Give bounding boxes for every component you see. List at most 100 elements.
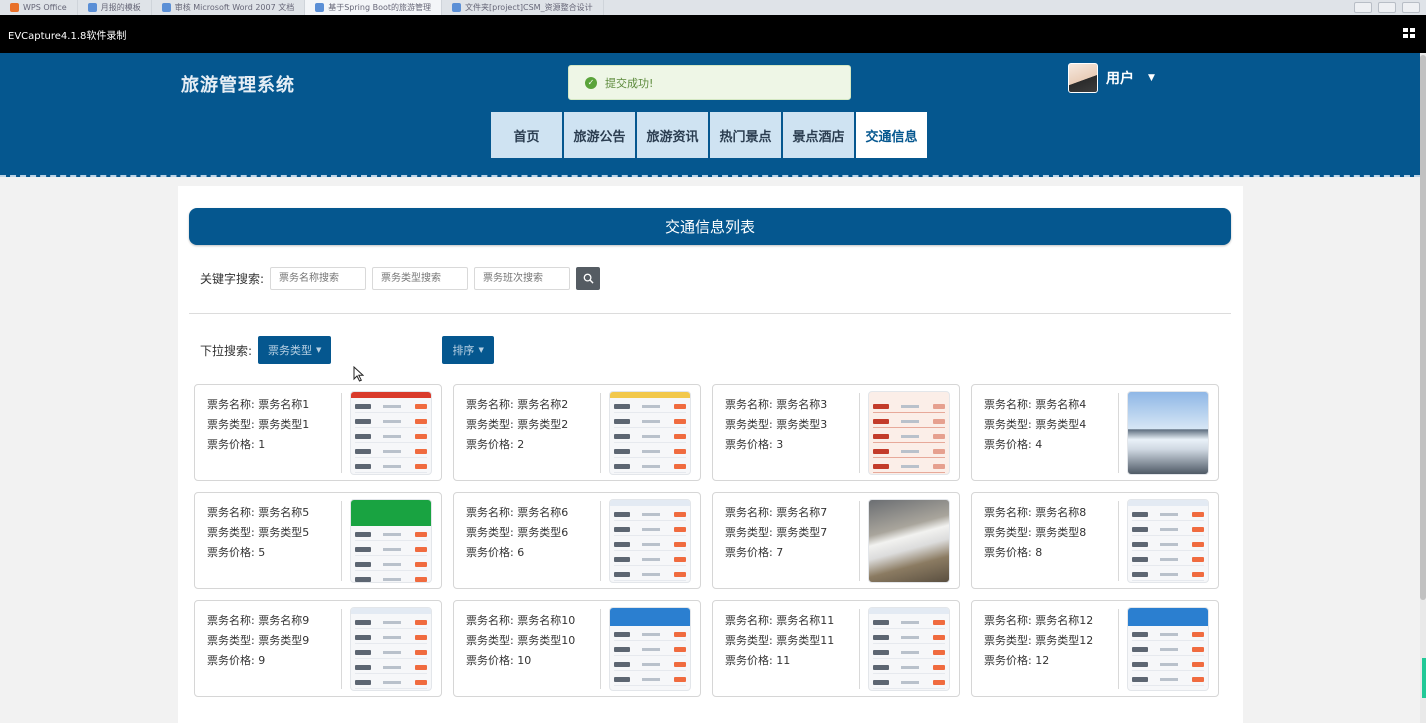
recorder-bar: EVCapture4.1.8软件录制: [0, 15, 1426, 53]
card-separator: [859, 393, 860, 473]
user-menu[interactable]: 用户 ▼: [1068, 63, 1155, 93]
card-separator: [859, 609, 860, 689]
ticket-name: 票务名称: 票务名称7: [725, 503, 827, 523]
ticket-card[interactable]: 票务名称: 票务名称6 票务类型: 票务类型6 票务价格: 6: [453, 492, 701, 589]
ticket-card[interactable]: 票务名称: 票务名称11 票务类型: 票务类型11 票务价格: 11: [712, 600, 960, 697]
ticket-card[interactable]: 票务名称: 票务名称4 票务类型: 票务类型4 票务价格: 4: [971, 384, 1219, 481]
ticket-type-value: 票务类型7: [776, 526, 828, 539]
ticket-card[interactable]: 票务名称: 票务名称1 票务类型: 票务类型1 票务价格: 1: [194, 384, 442, 481]
nav-announcements[interactable]: 旅游公告: [564, 112, 635, 158]
ticket-card[interactable]: 票务名称: 票务名称8 票务类型: 票务类型8 票务价格: 8: [971, 492, 1219, 589]
ticket-image[interactable]: [350, 499, 432, 583]
image-row: [614, 463, 686, 473]
site-title: 旅游管理系统: [181, 75, 295, 96]
sort-dropdown[interactable]: 排序 ▼: [442, 336, 494, 364]
image-header: [610, 392, 690, 398]
ticket-card[interactable]: 票务名称: 票务名称5 票务类型: 票务类型5 票务价格: 5: [194, 492, 442, 589]
ticket-name-label: 票务名称:: [466, 506, 518, 519]
nav-home[interactable]: 首页: [491, 112, 562, 158]
browser-tab[interactable]: WPS Office: [0, 0, 78, 15]
ticket-type-dropdown[interactable]: 票务类型 ▼: [258, 336, 332, 364]
ticket-name-label: 票务名称:: [725, 614, 777, 627]
ticket-image[interactable]: [609, 391, 691, 475]
ticket-card[interactable]: 票务名称: 票务名称2 票务类型: 票务类型2 票务价格: 2: [453, 384, 701, 481]
ticket-name-label: 票务名称:: [725, 398, 777, 411]
ticket-card[interactable]: 票务名称: 票务名称3 票务类型: 票务类型3 票务价格: 3: [712, 384, 960, 481]
app-icon: [161, 3, 171, 12]
ticket-type: 票务类型: 票务类型2: [466, 415, 568, 435]
minimize-icon[interactable]: [1354, 2, 1372, 13]
ticket-name: 票务名称: 票务名称12: [984, 611, 1093, 631]
app-icon: [315, 3, 325, 12]
ticket-name-value: 票务名称11: [776, 614, 835, 627]
ticket-image[interactable]: [868, 607, 950, 691]
ticket-image[interactable]: [609, 499, 691, 583]
ticket-type-search-input[interactable]: [372, 267, 469, 290]
browser-tab[interactable]: 审核 Microsoft Word 2007 文档: [152, 0, 306, 15]
ticket-shift-search-input[interactable]: [474, 267, 571, 290]
ticket-name-value: 票务名称9: [258, 614, 310, 627]
ticket-image[interactable]: [868, 499, 950, 583]
ticket-type-value: 票务类型9: [258, 634, 310, 647]
side-widget[interactable]: [1422, 658, 1426, 698]
search-button[interactable]: [576, 267, 601, 290]
browser-tab[interactable]: 月报的模板: [78, 0, 152, 15]
ticket-name: 票务名称: 票务名称8: [984, 503, 1086, 523]
ticket-name-search-input[interactable]: [270, 267, 367, 290]
list-title: 交通信息列表: [189, 208, 1231, 245]
browser-tab[interactable]: 文件夹[project]CSM_资源整合设计: [442, 0, 604, 15]
ticket-image[interactable]: [350, 607, 432, 691]
nav-transport[interactable]: 交通信息: [856, 112, 927, 158]
image-row: [614, 661, 686, 671]
ticket-price-value: 2: [517, 438, 525, 451]
ticket-card[interactable]: 票务名称: 票务名称7 票务类型: 票务类型7 票务价格: 7: [712, 492, 960, 589]
ticket-price-label: 票务价格:: [466, 546, 518, 559]
image-header: [610, 500, 690, 506]
ticket-type: 票务类型: 票务类型8: [984, 523, 1086, 543]
ticket-price: 票务价格: 8: [984, 543, 1086, 563]
ticket-image[interactable]: [350, 391, 432, 475]
image-row: [873, 433, 945, 443]
ticket-image[interactable]: [1127, 391, 1209, 475]
image-row: [873, 634, 945, 644]
close-icon[interactable]: [1402, 2, 1420, 13]
browser-tab-strip: WPS Office 月报的模板 审核 Microsoft Word 2007 …: [0, 0, 1426, 15]
scrollbar-thumb[interactable]: [1420, 55, 1426, 600]
ticket-name-label: 票务名称:: [725, 506, 777, 519]
ticket-name-value: 票务名称2: [517, 398, 569, 411]
browser-tab[interactable]: 基于Spring Boot的旅游管理: [305, 0, 442, 15]
nav-hot-spots[interactable]: 热门景点: [710, 112, 781, 158]
ticket-card[interactable]: 票务名称: 票务名称10 票务类型: 票务类型10 票务价格: 10: [453, 600, 701, 697]
ticket-price-label: 票务价格:: [466, 654, 518, 667]
ticket-card[interactable]: 票务名称: 票务名称12 票务类型: 票务类型12 票务价格: 12: [971, 600, 1219, 697]
app-icon: [10, 3, 19, 12]
image-row: [873, 448, 945, 458]
ticket-image[interactable]: [609, 607, 691, 691]
ticket-name-label: 票务名称:: [984, 506, 1036, 519]
ticket-image[interactable]: [1127, 607, 1209, 691]
avatar[interactable]: [1068, 63, 1098, 93]
ticket-type-label: 票务类型:: [466, 634, 518, 647]
ticket-price-value: 8: [1035, 546, 1043, 559]
page-scrollbar[interactable]: [1420, 53, 1426, 723]
ticket-type-value: 票务类型10: [517, 634, 576, 647]
success-toast: ✓ 提交成功!: [568, 65, 851, 100]
nav-news[interactable]: 旅游资讯: [637, 112, 708, 158]
image-row: [614, 403, 686, 413]
image-row: [1132, 571, 1204, 581]
image-row: [1132, 541, 1204, 551]
ticket-image[interactable]: [868, 391, 950, 475]
nav-hotels[interactable]: 景点酒店: [783, 112, 854, 158]
image-row: [1132, 526, 1204, 536]
ticket-card[interactable]: 票务名称: 票务名称9 票务类型: 票务类型9 票务价格: 9: [194, 600, 442, 697]
ticket-image[interactable]: [1127, 499, 1209, 583]
ticket-price-label: 票务价格:: [984, 654, 1036, 667]
recorder-menu-icon[interactable]: [1403, 28, 1416, 39]
image-row: [355, 664, 427, 674]
ticket-name-value: 票务名称10: [517, 614, 576, 627]
ticket-price-label: 票务价格:: [207, 546, 259, 559]
ticket-type-label: 票务类型:: [725, 634, 777, 647]
ticket-info: 票务名称: 票务名称9 票务类型: 票务类型9 票务价格: 9: [207, 611, 309, 671]
ticket-price-label: 票务价格:: [725, 654, 777, 667]
maximize-icon[interactable]: [1378, 2, 1396, 13]
